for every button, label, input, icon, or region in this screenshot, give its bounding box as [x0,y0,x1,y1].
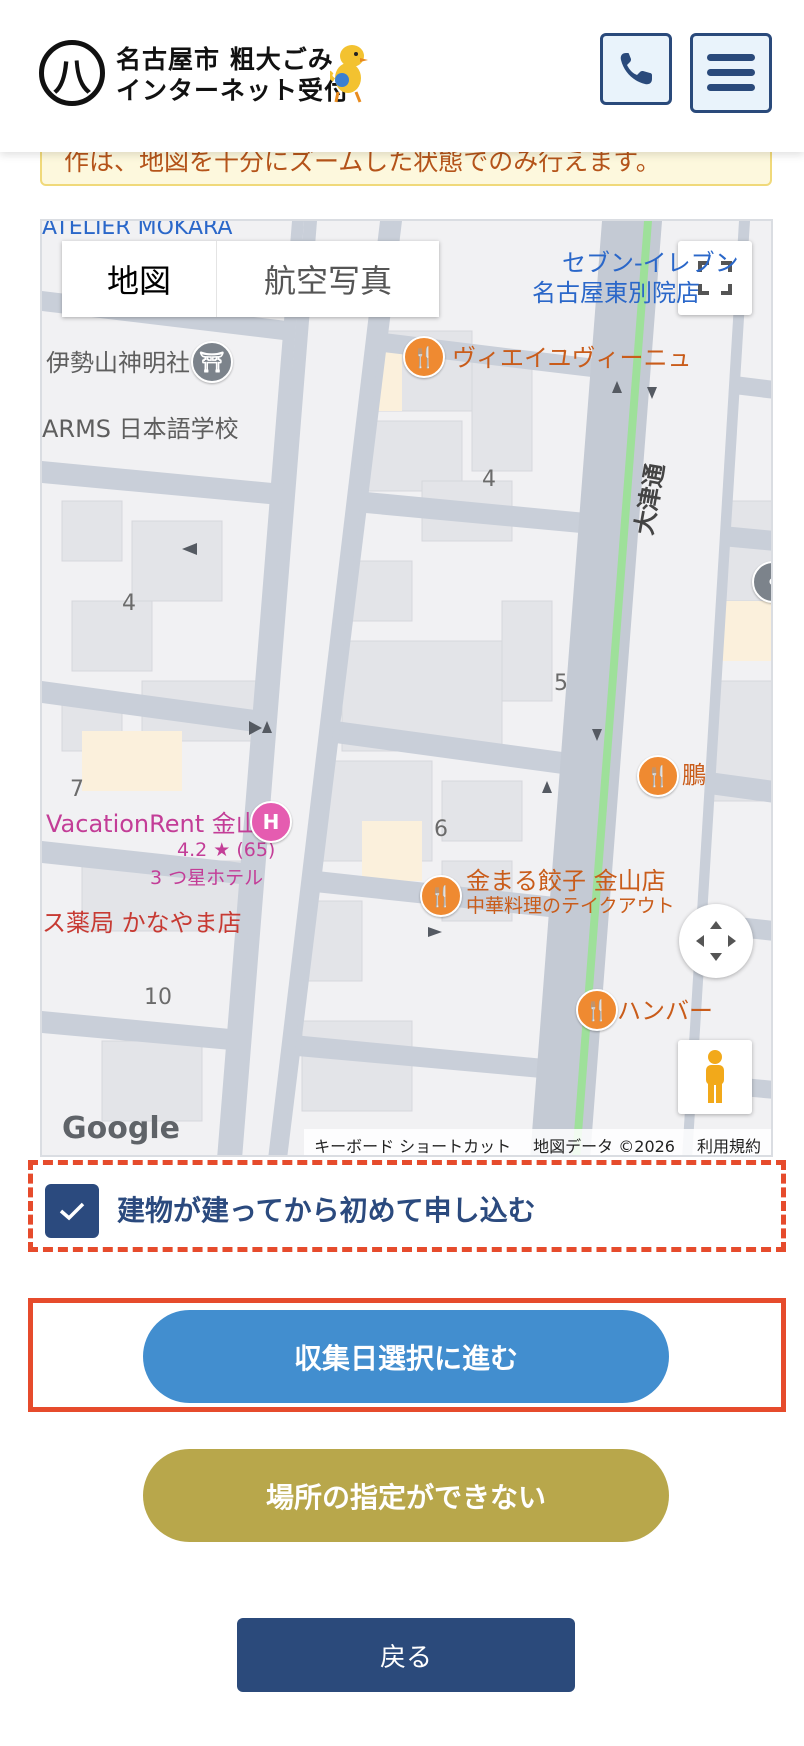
checkmark-icon [59,1202,85,1221]
pegman-icon [706,1050,724,1103]
site-title-line1: 名古屋市 粗大ごみ [116,45,334,74]
map-label-block4a: 4 [482,467,496,492]
map-label-gyoza-sub: 中華料理のテイクアウト [466,895,675,917]
google-logo[interactable]: Google [62,1111,180,1146]
map-label-restaurant1: ヴィエイユヴィーニュ [452,344,692,372]
mascot-icon [330,45,368,103]
map-attribution: キーボード ショートカット 地図データ ©2026 利用規約 [304,1129,771,1156]
site-title-line2: インターネット受付 [116,76,351,105]
map-widget[interactable]: 地図 航空写真 ATELIER MOKARA セブン-イレブン 名古屋東別院店 … [40,219,773,1157]
restaurant-pin-icon-2[interactable]: 🍴 [637,755,679,797]
map-label-hotel-name: VacationRent 金山 [46,810,260,838]
map-label-block5: 5 [554,671,568,696]
phone-icon [620,53,652,85]
map-label-block7: 7 [70,777,84,802]
map-type-control[interactable]: 地図 航空写真 [62,241,439,317]
cannot-specify-location-button[interactable]: 場所の指定ができない [143,1449,669,1542]
map-label-block6: 6 [434,817,448,842]
map-pan-control[interactable] [679,904,753,978]
map-label-right-food2: ハンバー [617,997,713,1025]
site-header: 八 名古屋市 粗大ごみ インターネット受付 [0,0,804,152]
phone-button[interactable] [600,33,672,105]
pan-arrows-icon [696,921,736,961]
back-button[interactable]: 戻る [237,1618,575,1692]
first-application-checkbox-row[interactable]: 建物が建ってから初めて申し込む [28,1160,786,1252]
map-type-satellite-button[interactable]: 航空写真 [217,241,439,317]
terms-link[interactable]: 利用規約 [697,1133,761,1155]
map-label-school: ARMS 日本語学校 [42,415,239,443]
first-application-label[interactable]: 建物が建ってから初めて申し込む [117,1189,536,1229]
map-label-hotel-type: 3 つ星ホテル [150,867,264,889]
restaurant-pin-icon[interactable]: 🍴 [403,336,445,378]
shrine-pin-icon[interactable]: ⛩ [191,341,233,383]
map-label-pharmacy: ス薬局 かなやま店 [42,909,242,937]
map-label-atelier: ATELIER MOKARA [42,219,233,240]
hotel-pin-icon[interactable]: H [250,801,292,843]
gyoza-pin-icon[interactable]: 🍴 [420,875,462,917]
street-view-pegman[interactable] [678,1040,752,1114]
map-type-map-button[interactable]: 地図 [62,241,217,317]
map-label-hotel-rating: 4.2 ★ (65) [177,839,276,861]
first-application-checkbox[interactable] [45,1184,99,1238]
menu-button[interactable] [690,33,772,113]
map-label-block4b: 4 [122,591,136,616]
keyboard-shortcuts-link[interactable]: キーボード ショートカット [314,1133,511,1155]
map-label-shrine: 伊勢山神明社 [46,349,190,377]
restaurant-pin-icon-3[interactable]: 🍴 [576,989,618,1031]
map-label-seven-line2: 名古屋東別院店 [532,279,700,307]
map-label-block10: 10 [144,985,172,1010]
proceed-to-date-selection-button[interactable]: 収集日選択に進む [143,1310,669,1403]
site-title[interactable]: 名古屋市 粗大ごみ インターネット受付 [116,44,350,106]
hamburger-icon [707,54,755,91]
city-emblem-logo[interactable]: 八 [39,40,105,106]
map-label-right-food1: 鵬 [682,761,706,789]
map-data-credit: 地図データ ©2026 [533,1137,675,1156]
